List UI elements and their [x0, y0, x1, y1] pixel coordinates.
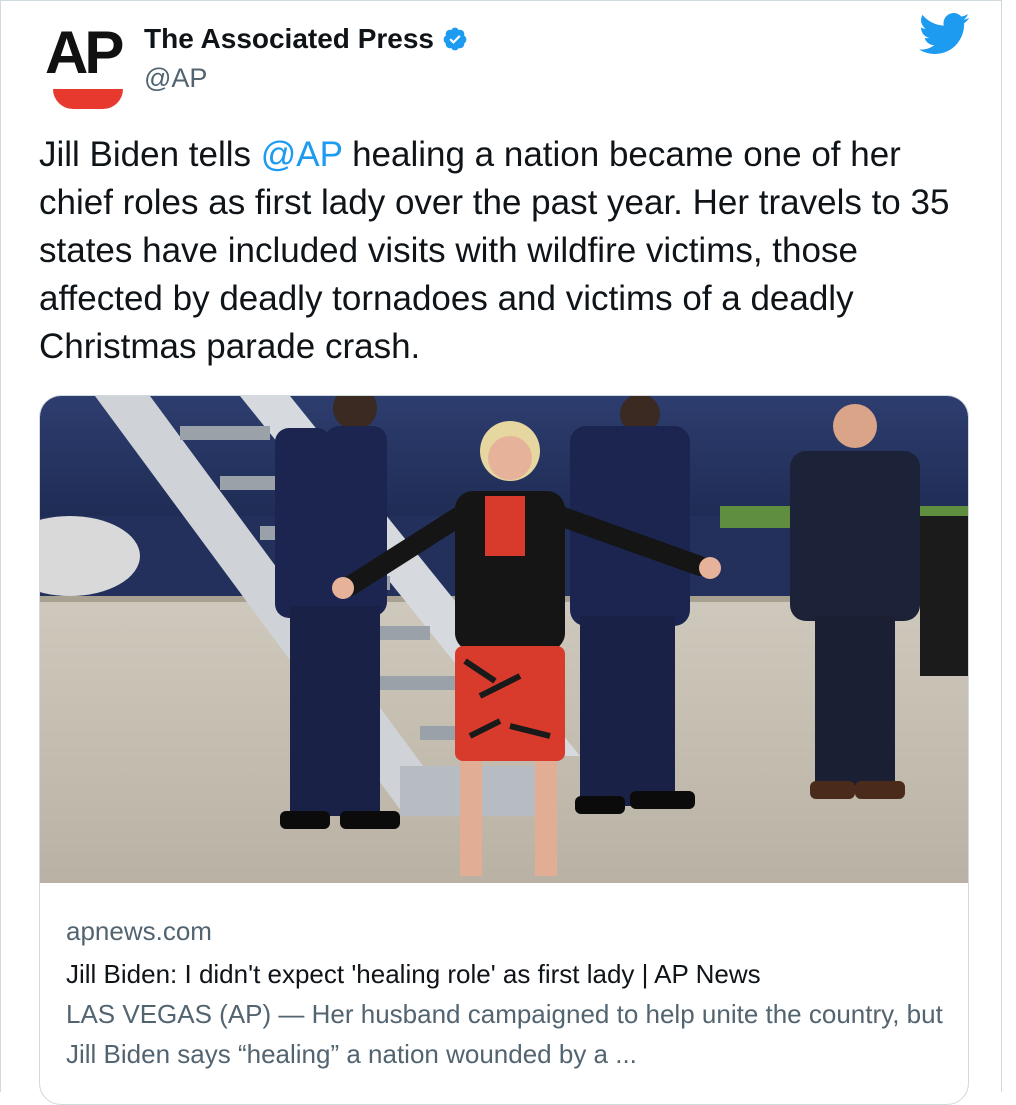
card-domain: apnews.com — [66, 916, 212, 946]
author-handle[interactable]: @AP — [144, 63, 207, 94]
tweet-container: AP The Associated Press @AP Jill Biden t… — [0, 0, 1002, 1105]
card-title[interactable]: Jill Biden: I didn't expect 'healing rol… — [66, 954, 946, 994]
mention-link[interactable]: @AP — [261, 135, 343, 174]
ap-logo-arc — [53, 89, 123, 109]
twitter-bird-icon[interactable] — [919, 13, 971, 55]
card-description: LAS VEGAS (AP) — Her husband campaigned … — [66, 999, 943, 1069]
tweet-text-before: Jill Biden tells — [39, 135, 261, 174]
avatar[interactable]: AP — [41, 19, 137, 115]
ap-logo-text: AP — [45, 19, 124, 86]
link-preview-card[interactable]: apnews.com Jill Biden: I didn't expect '… — [39, 395, 969, 1105]
card-meta: apnews.com Jill Biden: I didn't expect '… — [66, 914, 946, 1074]
verified-badge-icon — [443, 27, 467, 51]
card-image[interactable] — [40, 396, 969, 883]
author-name-row[interactable]: The Associated Press — [144, 23, 468, 55]
tweet-text: Jill Biden tells @AP healing a nation be… — [39, 131, 969, 371]
author-display-name[interactable]: The Associated Press — [144, 23, 434, 55]
